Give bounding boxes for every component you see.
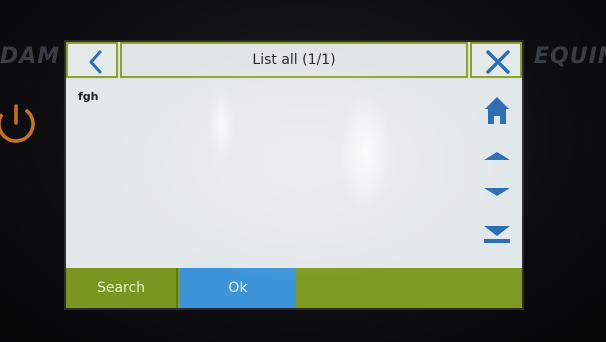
- search-button[interactable]: Search: [66, 268, 178, 308]
- title-box: List all (1/1): [120, 42, 468, 78]
- empty-button-slot: [298, 268, 522, 308]
- device-bezel: DAM EQUIN List all (1/1): [0, 0, 606, 342]
- close-button[interactable]: [470, 42, 522, 78]
- search-button-label: Search: [96, 280, 146, 296]
- ok-button[interactable]: Ok: [180, 268, 296, 308]
- chevron-left-icon: [89, 50, 102, 74]
- touch-screen: List all (1/1) fgh Search Ok: [66, 42, 522, 308]
- home-icon[interactable]: [485, 97, 509, 124]
- title-bar: List all (1/1): [66, 42, 522, 80]
- list-area: fgh: [66, 80, 466, 268]
- brand-logo-left: DAM: [0, 44, 61, 69]
- skip-to-end-icon[interactable]: [484, 226, 510, 243]
- brand-logo-right: EQUIN: [534, 44, 606, 69]
- power-icon[interactable]: [0, 96, 36, 156]
- ok-button-label: Ok: [228, 280, 248, 296]
- nav-column: [470, 80, 522, 268]
- triangle-up-icon[interactable]: [484, 152, 510, 160]
- list-item[interactable]: fgh: [78, 90, 99, 103]
- triangle-down-icon[interactable]: [484, 188, 510, 196]
- back-button[interactable]: [66, 42, 118, 78]
- page-title: List all (1/1): [252, 52, 336, 68]
- close-icon: [486, 50, 510, 74]
